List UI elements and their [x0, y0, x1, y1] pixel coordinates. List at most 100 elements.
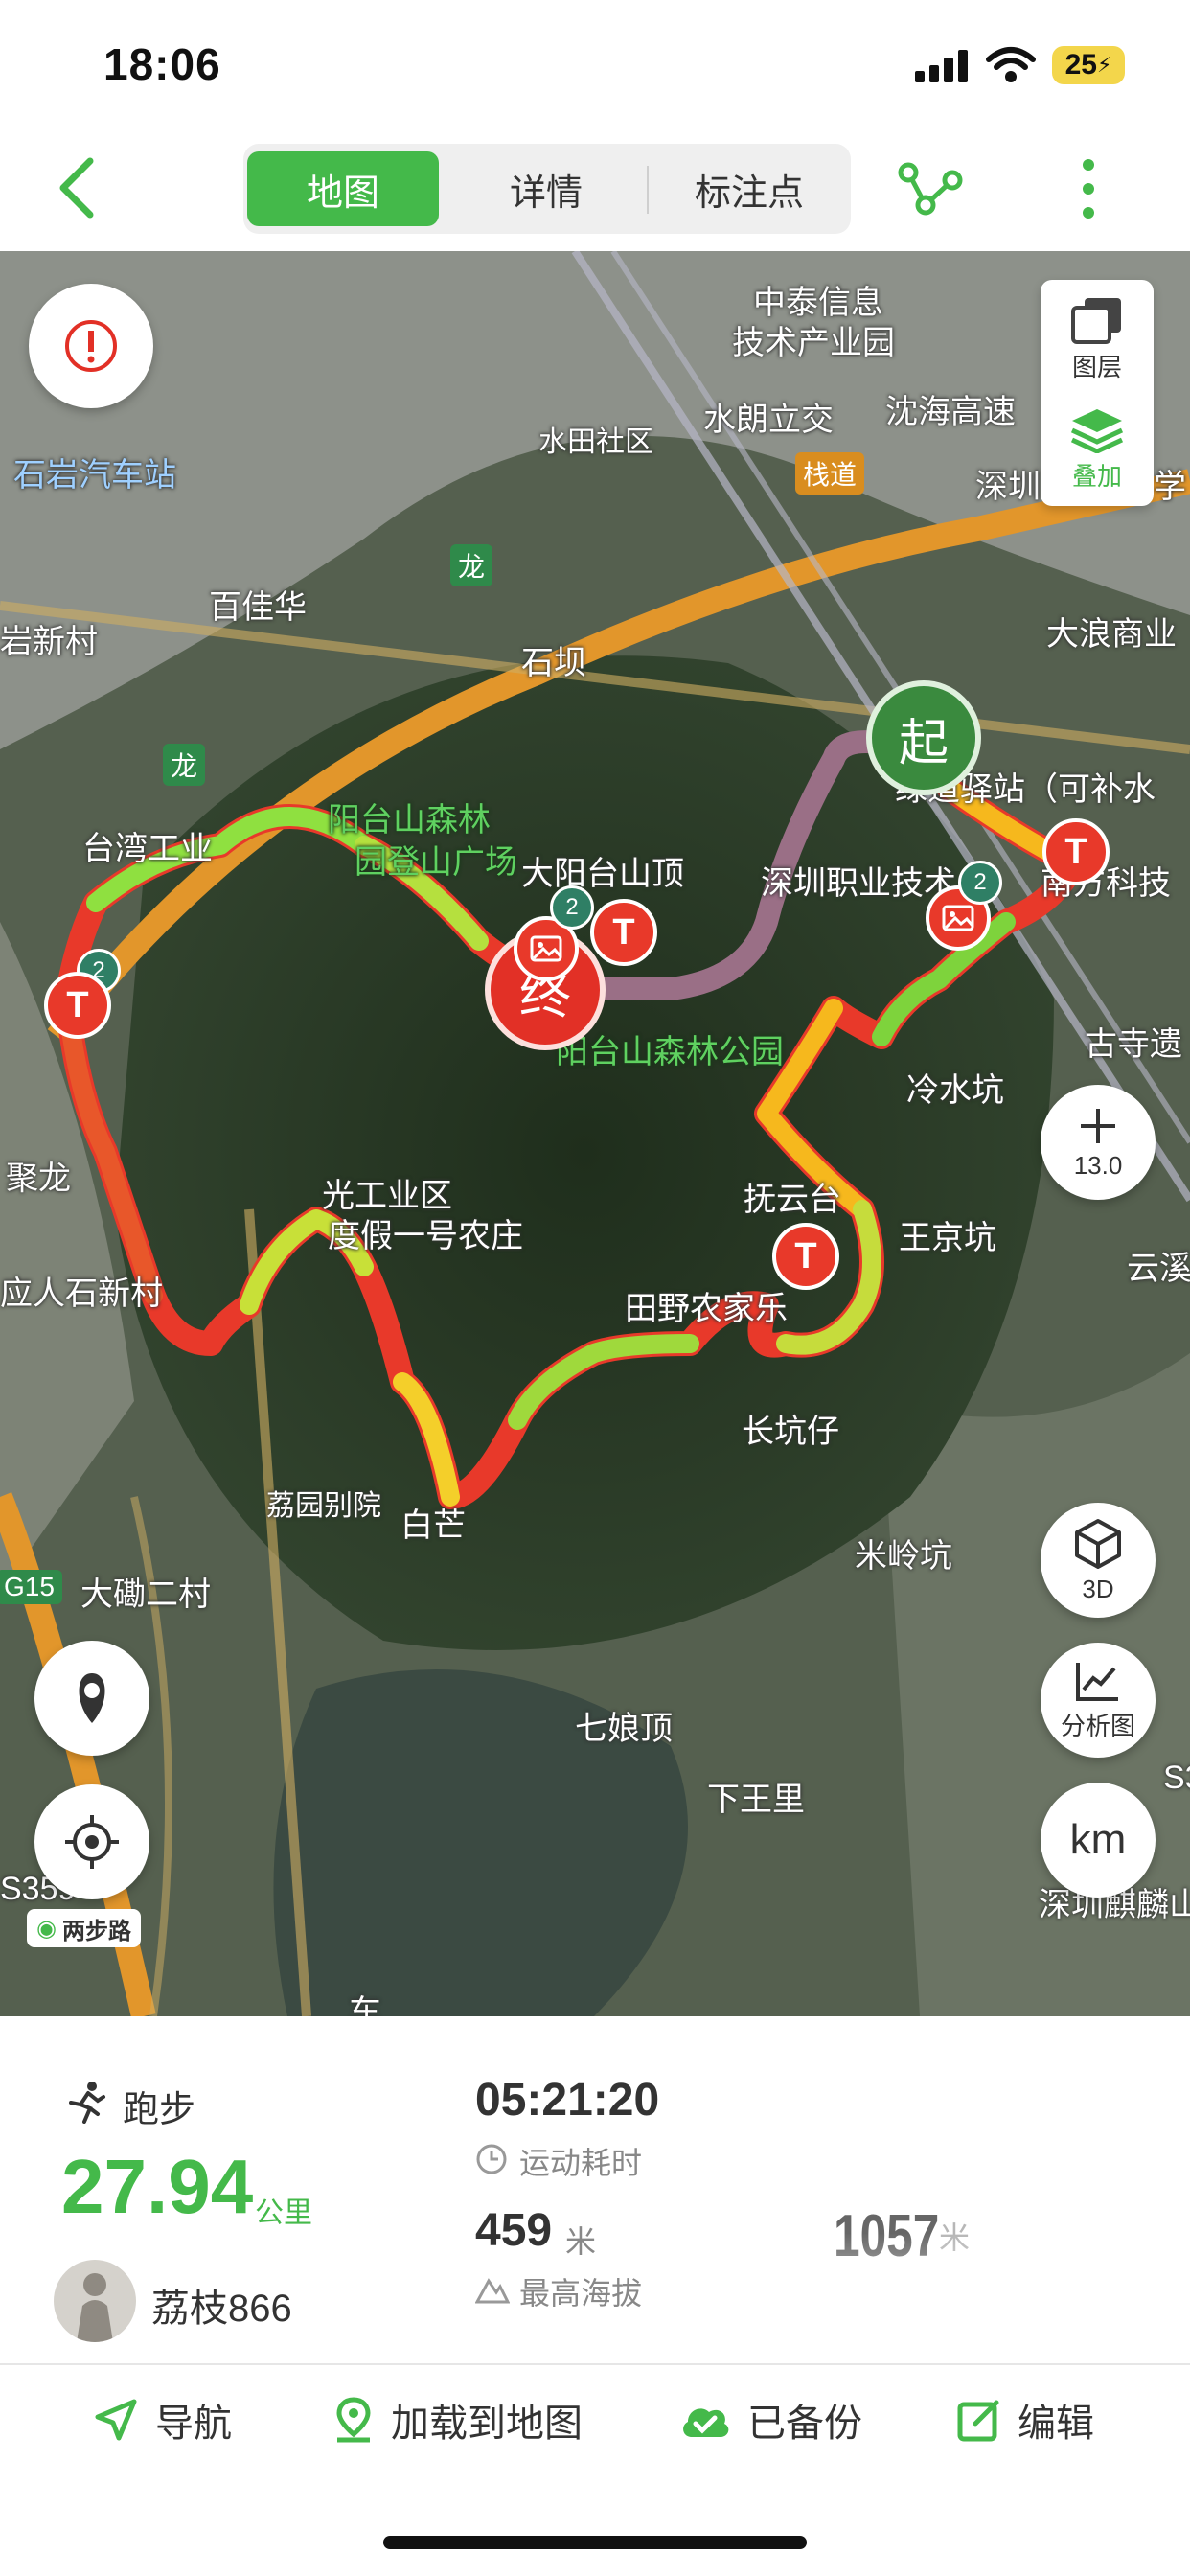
place-label: 车 — [349, 1994, 381, 2016]
road-shield-s33: G15 — [0, 1570, 62, 1604]
edit-label: 编辑 — [1018, 2403, 1094, 2445]
place-label: 荔园别院 — [266, 1490, 381, 1522]
altitude-icon — [475, 2278, 510, 2304]
distance-unit: 公里 — [255, 2197, 312, 2229]
crosshair-icon — [65, 1815, 119, 1869]
place-label: 深圳 — [975, 469, 1041, 505]
route-share-icon[interactable] — [897, 157, 964, 220]
tab-map[interactable]: 地图 — [247, 151, 439, 226]
map-layer-panel: 图层 叠加 — [1041, 280, 1154, 506]
section-divider — [0, 2363, 1190, 2365]
distance-value: 27.94 — [61, 2144, 254, 2229]
wifi-icon — [986, 47, 1036, 82]
zoom-button[interactable]: 13.0 — [1041, 1085, 1156, 1200]
edit-button[interactable]: 编辑 — [956, 2367, 1094, 2472]
navigation-arrow-icon — [95, 2399, 137, 2441]
charging-icon: ⚡ — [1096, 53, 1112, 77]
footprint-button[interactable] — [34, 1641, 149, 1756]
analysis-chart-button[interactable]: 分析图 — [1041, 1643, 1156, 1758]
place-label: S33 — [1163, 1760, 1190, 1796]
cube-icon — [1075, 1518, 1121, 1569]
tab-waypoints[interactable]: 标注点 — [653, 151, 845, 226]
brand-logo: ◉ 两步路 — [27, 1909, 141, 1947]
overlay-label: 叠加 — [1071, 461, 1122, 491]
unit-label: km — [1069, 1816, 1127, 1863]
place-label: 深圳职业技术 — [761, 865, 956, 902]
waypoint-pin[interactable]: T — [772, 1223, 839, 1290]
overlay-stack-icon — [1070, 408, 1124, 453]
plus-icon — [1081, 1108, 1115, 1143]
3d-label: 3D — [1082, 1574, 1114, 1603]
waypoint-pin[interactable]: T — [44, 972, 111, 1039]
place-label: 阳台山森林 — [328, 802, 491, 839]
more-options-icon[interactable] — [1071, 155, 1106, 222]
locate-me-button[interactable] — [34, 1784, 149, 1899]
place-label: 学 — [1154, 469, 1186, 505]
map-terrain — [0, 251, 1190, 2016]
layers-label: 图层 — [1071, 352, 1122, 381]
place-label: 应人石新村 — [0, 1276, 163, 1312]
map-pin-icon — [336, 2397, 371, 2443]
backup-status-button[interactable]: 已备份 — [678, 2367, 862, 2472]
3d-view-button[interactable]: 3D — [1041, 1503, 1156, 1618]
alert-icon — [65, 320, 117, 372]
status-time: 18:06 — [103, 39, 221, 89]
tab-details[interactable]: 详情 — [450, 151, 642, 226]
battery-indicator: 25 ⚡ — [1052, 46, 1125, 84]
battery-level: 25 — [1064, 49, 1097, 80]
layers-button[interactable]: 图层 — [1041, 289, 1154, 389]
chevron-left-icon — [59, 157, 94, 218]
place-label: 石岩汽车站 — [13, 457, 176, 494]
cellular-signal-icon — [915, 50, 971, 82]
place-label: 米岭坑 — [855, 1538, 952, 1575]
duration-value: 05:21:20 — [475, 2075, 660, 2126]
waypoint-pin[interactable]: T — [590, 899, 657, 966]
map-view[interactable]: 龙 龙 栈道 G15 中泰信息 技术产业园 水田社区 水朗立交 沈海高速 深圳 … — [0, 251, 1190, 2016]
unit-toggle-button[interactable]: km — [1041, 1782, 1156, 1898]
place-label: 技术产业园 — [732, 325, 895, 361]
report-issue-button[interactable] — [29, 284, 153, 408]
place-label: 古寺遗 — [1085, 1026, 1182, 1063]
navigate-label: 导航 — [155, 2403, 232, 2445]
place-label: 岩新村 — [0, 624, 98, 660]
activity-type: 跑步 — [123, 2090, 196, 2130]
place-label: 白芒 — [400, 1507, 466, 1544]
photo-count-badge: 2 — [958, 861, 1002, 905]
place-label: 阳台山森林公园 — [556, 1034, 784, 1070]
user-name[interactable]: 荔枝866 — [151, 2277, 292, 2333]
duration-label: 运动耗时 — [519, 2146, 643, 2180]
footprint-icon — [79, 1673, 105, 1723]
waypoint-pin[interactable]: T — [1042, 818, 1110, 886]
start-marker-label: 起 — [898, 715, 949, 771]
layers-icon — [1071, 297, 1121, 344]
photo-icon — [530, 935, 562, 962]
place-label: 抚云台 — [744, 1182, 841, 1218]
edit-icon — [957, 2400, 999, 2442]
home-indicator — [383, 2536, 807, 2549]
view-segmented-control: 地图 详情 标注点 — [243, 144, 851, 234]
segment-divider — [647, 166, 649, 214]
place-label: 大阳台山顶 — [521, 856, 684, 892]
place-label: 大磡二村 — [80, 1576, 211, 1613]
place-label: 水朗立交 — [703, 402, 834, 438]
hiker-avatar-icon — [77, 2273, 113, 2342]
place-label: 下王里 — [707, 1782, 805, 1818]
avatar[interactable] — [54, 2260, 136, 2342]
place-label: 石坝 — [521, 645, 586, 681]
place-label: 云溪谷 — [1127, 1251, 1190, 1287]
place-label: 台湾工业 — [82, 831, 213, 867]
road-shield-s359: 栈道 — [795, 452, 865, 494]
start-marker[interactable]: 起 — [866, 680, 981, 795]
place-label: 度假一号农庄 — [328, 1218, 523, 1254]
analysis-label: 分析图 — [1060, 1711, 1135, 1740]
place-label: 长坑仔 — [742, 1414, 839, 1450]
back-button[interactable] — [50, 153, 107, 220]
overlay-button[interactable]: 叠加 — [1041, 399, 1154, 498]
line-chart-icon — [1076, 1662, 1118, 1701]
navigate-button[interactable]: 导航 — [92, 2367, 232, 2472]
load-to-map-button[interactable]: 加载到地图 — [332, 2367, 583, 2472]
place-label: 冷水坑 — [906, 1072, 1004, 1109]
zoom-level: 13.0 — [1073, 1150, 1123, 1180]
load-to-map-label: 加载到地图 — [391, 2403, 583, 2445]
max-altitude-label: 最高海拔 — [519, 2276, 643, 2311]
